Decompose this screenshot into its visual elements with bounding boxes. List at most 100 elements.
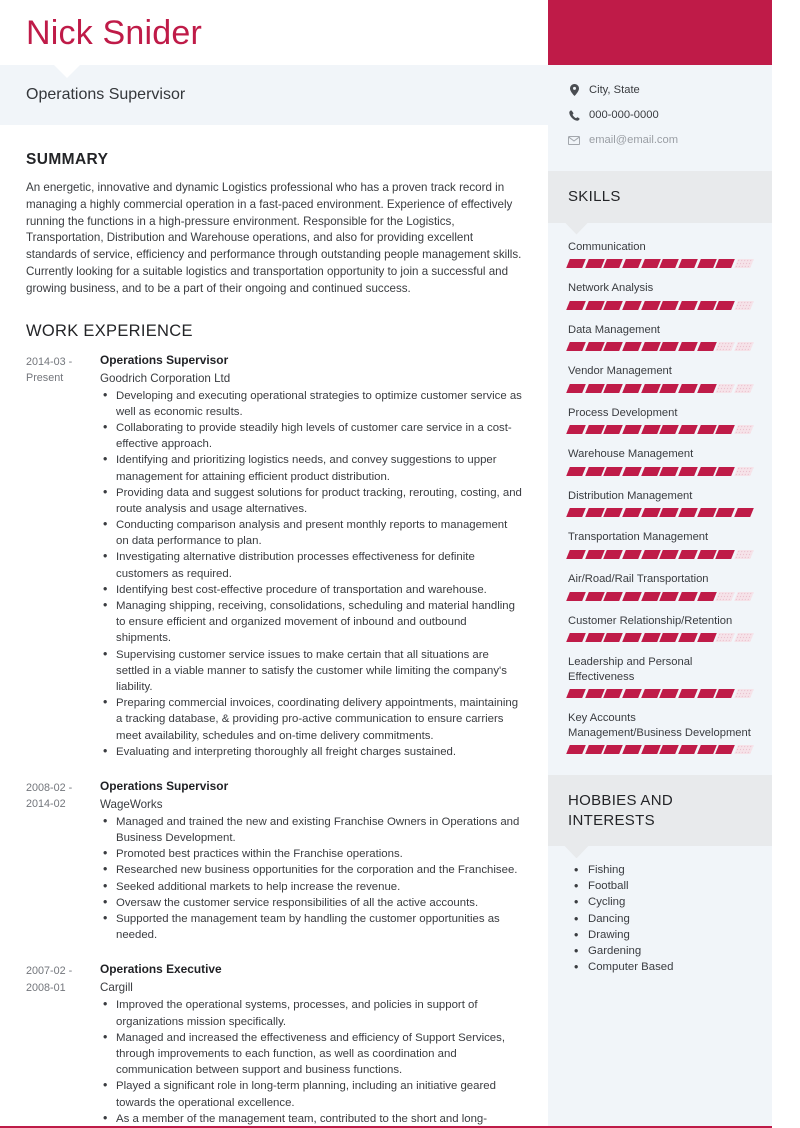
skill-segment-filled <box>696 508 717 518</box>
skill-label: Communication <box>568 240 646 253</box>
skill-segment-filled <box>640 425 661 435</box>
skill-segment-filled <box>640 508 661 518</box>
job-company: WageWorks <box>100 797 163 811</box>
hobby-item: Cycling <box>574 894 752 911</box>
skill-segment-filled <box>659 745 680 755</box>
work-experience-entry: 2007-02 - 2008-01 Operations Executive Car… <box>26 962 522 1127</box>
job-bullet: Played a significant role in long-term p… <box>100 1077 522 1110</box>
contact-phone-text: 000-000-0000 <box>589 109 659 121</box>
skill-label: Data Management <box>568 323 661 336</box>
work-experience-list: 2014-03 - Present Operations Supervisor Go… <box>26 353 522 1128</box>
header-title-band: Operations Supervisor <box>0 65 548 125</box>
skill-item: Key Accounts Management/Business Develop… <box>566 711 754 755</box>
job-bullet: Improved the operational systems, proces… <box>100 996 522 1029</box>
skill-segment-filled <box>566 342 586 352</box>
contact-location-text: City, State <box>589 84 640 96</box>
job-bullet-list: Improved the operational systems, proces… <box>100 996 522 1127</box>
hobby-item: Dancing <box>574 911 752 928</box>
skill-segment-filled <box>584 508 605 518</box>
skill-item: Warehouse Management <box>566 447 754 476</box>
skill-segment-filled <box>640 300 661 310</box>
skill-segment-filled <box>678 300 698 310</box>
skill-item: Vendor Management <box>566 364 754 393</box>
skill-segment-filled <box>715 689 736 699</box>
skill-segment-filled <box>659 259 680 269</box>
skill-segment-filled <box>566 550 586 559</box>
skill-label: Distribution Management <box>568 489 693 502</box>
job-dates: 2008-02 - 2014-02 <box>26 781 73 811</box>
skill-segment-empty <box>734 425 754 435</box>
contact-email-row[interactable]: email@email.com <box>568 134 752 146</box>
job-bullet: Preparing commercial invoices, coordinat… <box>100 694 522 744</box>
skill-segment-filled <box>584 591 605 601</box>
skill-segment-filled <box>678 633 698 643</box>
skill-segment-filled <box>622 689 642 699</box>
job-bullet: Promoted best practices within the Franc… <box>100 845 522 863</box>
skill-level-bar <box>566 508 754 518</box>
skill-level-bar <box>566 550 754 559</box>
skill-segment-filled <box>566 466 586 476</box>
skill-item: Air/Road/Rail Transportation <box>566 572 754 601</box>
resume-page: Nick Snider Operations Supervisor SUMMAR… <box>0 0 800 1128</box>
skill-segment-filled <box>603 633 624 643</box>
candidate-job-title: Operations Supervisor <box>26 86 186 103</box>
skill-segment-filled <box>622 633 642 643</box>
skill-segment-filled <box>584 550 605 559</box>
skill-segment-filled <box>622 591 642 601</box>
contact-email-text: email@email.com <box>589 134 679 146</box>
skill-segment-filled <box>566 383 586 393</box>
contact-phone-row: 000-000-0000 <box>568 109 752 121</box>
skill-segment-filled <box>640 550 661 559</box>
skill-segment-filled <box>696 689 717 699</box>
hobbies-heading: HOBBIES AND INTERESTS <box>568 792 673 829</box>
skill-segment-filled <box>603 342 624 352</box>
skill-segment-filled <box>678 591 698 601</box>
skill-segment-filled <box>603 300 624 310</box>
skill-segment-filled <box>603 745 624 755</box>
skill-segment-filled <box>678 383 698 393</box>
skill-segment-filled <box>584 259 605 269</box>
contact-block: City, State 000-000-0000 email@email.com <box>548 65 772 171</box>
skill-segment-filled <box>603 383 624 393</box>
hobby-item: Football <box>574 878 752 895</box>
skill-segment-empty <box>734 591 754 601</box>
skill-item: Process Development <box>566 406 754 435</box>
job-company: Goodrich Corporation Ltd <box>100 371 231 385</box>
skill-segment-filled <box>696 633 717 643</box>
skill-label: Vendor Management <box>568 365 672 378</box>
skills-header-wrap: SKILLS <box>548 171 772 235</box>
contact-location-row: City, State <box>568 84 752 96</box>
skill-segment-filled <box>622 425 642 435</box>
skill-segment-filled <box>584 300 605 310</box>
skill-level-bar <box>566 259 754 269</box>
skill-segment-filled <box>715 745 736 755</box>
skill-segment-filled <box>640 466 661 476</box>
skill-segment-filled <box>678 550 698 559</box>
skill-segment-filled <box>603 259 624 269</box>
skill-segment-filled <box>678 745 698 755</box>
skill-segment-filled <box>584 745 605 755</box>
hobbies-header-band: HOBBIES AND INTERESTS <box>548 775 772 847</box>
skill-segment-filled <box>715 508 736 518</box>
skill-segment-filled <box>566 259 586 269</box>
skill-segment-filled <box>659 383 680 393</box>
skill-segment-filled <box>584 425 605 435</box>
job-bullet: Developing and executing operational str… <box>100 387 522 420</box>
skill-label: Network Analysis <box>568 282 654 295</box>
skill-segment-filled <box>566 689 586 699</box>
job-bullet: Conducting comparison analysis and prese… <box>100 516 522 549</box>
skill-segment-filled <box>715 300 736 310</box>
header-accent-block <box>548 0 772 65</box>
job-bullet: Supported the management team by handlin… <box>100 910 522 943</box>
skill-segment-filled <box>584 466 605 476</box>
skill-segment-filled <box>603 550 624 559</box>
job-bullet: Managing shipping, receiving, consolidat… <box>100 597 522 647</box>
skill-segment-filled <box>566 633 586 643</box>
job-body: Operations Executive CargillImproved the … <box>100 962 522 1127</box>
work-experience-entry: 2014-03 - Present Operations Supervisor Go… <box>26 353 522 761</box>
skill-level-bar <box>566 425 754 435</box>
job-company: Cargill <box>100 981 133 995</box>
skill-segment-empty <box>734 342 754 352</box>
skill-segment-filled <box>678 259 698 269</box>
skill-segment-filled <box>603 508 624 518</box>
